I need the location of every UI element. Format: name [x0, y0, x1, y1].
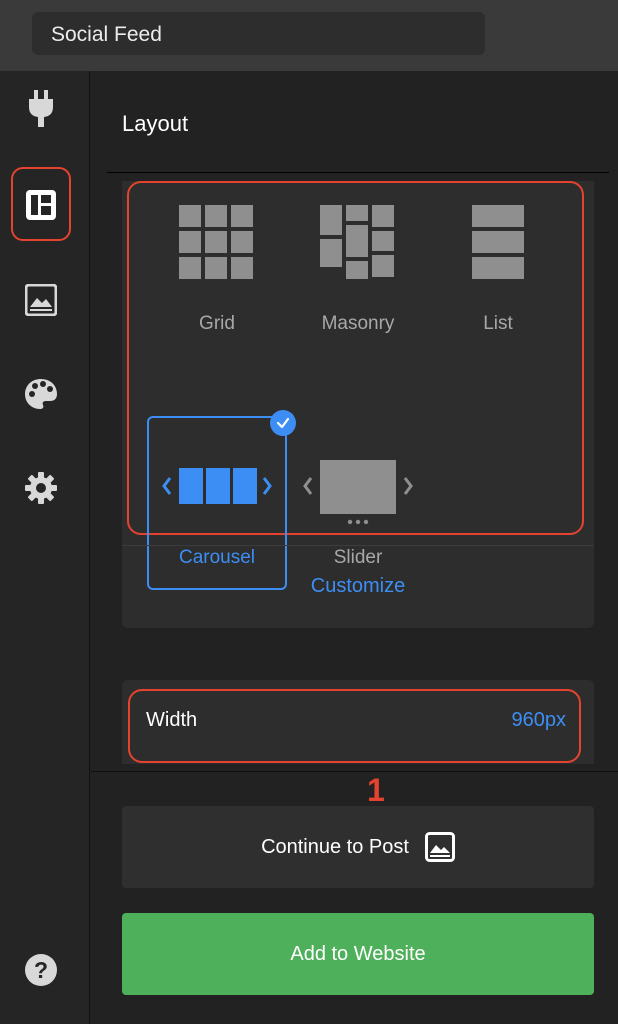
feed-title: Social Feed: [51, 23, 162, 46]
sidebar-item-style[interactable]: [20, 373, 62, 415]
sidebar-item-help[interactable]: ?: [20, 949, 62, 991]
layout-option-list[interactable]: List: [428, 201, 568, 334]
layout-panel: Grid Masonry List Carousel Slider Custom…: [122, 181, 594, 628]
slider-icon: [303, 460, 413, 525]
image-icon: [25, 284, 57, 316]
sidebar-item-posts[interactable]: [20, 279, 62, 321]
feed-title-field[interactable]: Social Feed: [32, 12, 485, 55]
plug-icon: [29, 90, 53, 127]
add-label: Add to Website: [290, 942, 426, 965]
continue-to-post-button[interactable]: Continue to Post: [122, 806, 594, 888]
sidebar-item-layout[interactable]: [20, 184, 62, 226]
grid-icon: [179, 205, 253, 279]
footer-divider: [91, 771, 618, 772]
gear-icon: [25, 472, 57, 504]
annotation-number: 1: [367, 772, 385, 808]
sidebar-item-settings[interactable]: [20, 467, 62, 509]
sidebar-item-source[interactable]: [20, 88, 62, 130]
page-title: Layout: [122, 111, 189, 136]
masonry-icon: [320, 205, 394, 279]
title-divider: [107, 172, 609, 173]
top-bar: Social Feed: [0, 0, 618, 71]
width-label: Width: [146, 709, 198, 731]
layout-option-slider[interactable]: Slider: [288, 416, 428, 590]
continue-label: Continue to Post: [261, 835, 409, 858]
list-icon: [472, 205, 524, 279]
carousel-icon: [162, 468, 272, 504]
sidebar: ?: [0, 71, 90, 1024]
layout-option-carousel[interactable]: Carousel: [147, 410, 296, 590]
grid-label: Grid: [199, 313, 235, 334]
image-icon: [424, 832, 455, 862]
layout-option-grid[interactable]: Grid: [147, 201, 287, 334]
layout-icon: [26, 190, 56, 220]
carousel-label: Carousel: [178, 547, 256, 568]
customize-divider: [122, 545, 594, 546]
width-setting[interactable]: Width 960px: [122, 680, 594, 764]
palette-icon: [25, 379, 57, 409]
customize-button[interactable]: Customize: [122, 575, 594, 598]
masonry-label: Masonry: [321, 313, 395, 334]
slider-label: Slider: [333, 547, 383, 568]
help-icon: ?: [25, 954, 57, 986]
list-label: List: [483, 313, 513, 334]
help-icon-glyph: ?: [34, 957, 48, 983]
layout-option-masonry[interactable]: Masonry: [288, 201, 428, 334]
width-value[interactable]: 960px: [512, 709, 567, 732]
main-panel: Layout Grid Masonry List Carousel Slider…: [91, 71, 618, 1024]
add-to-website-button[interactable]: Add to Website: [122, 913, 594, 995]
